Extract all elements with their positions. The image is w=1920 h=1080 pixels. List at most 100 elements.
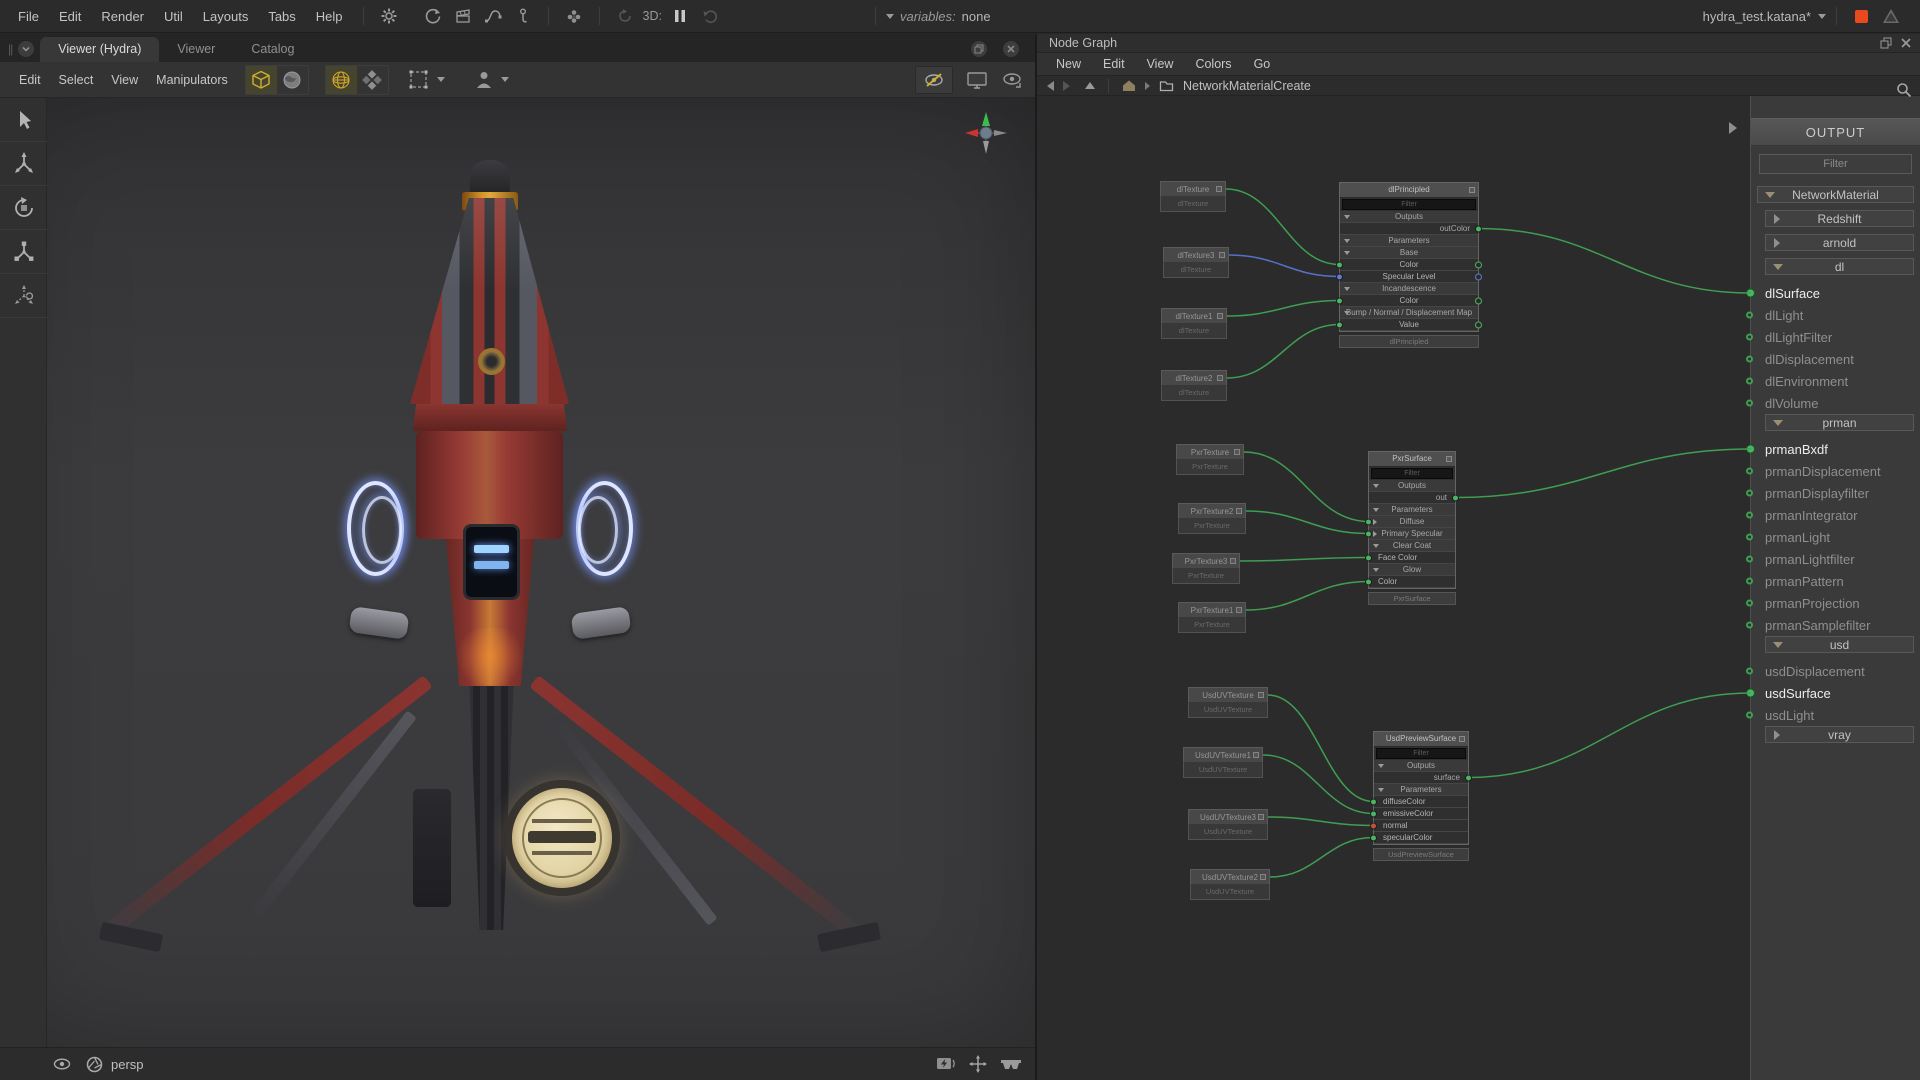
node-UsdUVTexture1[interactable]: UsdUVTexture1UsdUVTexture <box>1183 747 1263 778</box>
camera-label[interactable]: persp <box>111 1057 144 1072</box>
stereo-icon[interactable] <box>999 1056 1023 1072</box>
wireframe-globe-icon[interactable] <box>326 66 357 94</box>
input-port[interactable] <box>1370 810 1377 817</box>
menu-util[interactable]: Util <box>154 9 193 24</box>
terminal-port[interactable] <box>1746 534 1753 541</box>
menu-layouts[interactable]: Layouts <box>193 9 259 24</box>
output-port[interactable] <box>1475 273 1482 280</box>
node-UsdPreviewSurface[interactable]: UsdPreviewSurfaceFilterOutputssurfacePar… <box>1373 731 1469 861</box>
close-panel-icon[interactable] <box>1003 41 1019 57</box>
dropper-icon[interactable] <box>511 4 535 28</box>
expand-icon[interactable] <box>1774 238 1780 248</box>
select-arrow-icon[interactable] <box>0 98 47 142</box>
section-parameters[interactable]: Parameters <box>1340 235 1478 247</box>
float-panel-icon[interactable] <box>971 41 987 57</box>
node-badge-icon[interactable] <box>1446 456 1452 462</box>
tree-group-dl[interactable]: dl <box>1765 258 1914 275</box>
menu-edit[interactable]: Edit <box>49 9 91 24</box>
output-panel-collapse-icon[interactable] <box>1729 122 1737 134</box>
viewer-menu-manipulators[interactable]: Manipulators <box>147 73 237 87</box>
terminal-port[interactable] <box>1746 512 1753 519</box>
tree-item-prmanDisplayfilter[interactable]: prmanDisplayfilter <box>1751 482 1920 504</box>
terminal-port[interactable] <box>1746 356 1753 363</box>
section-clear-coat[interactable]: Clear Coat <box>1369 540 1455 552</box>
tree-item-prmanIntegrator[interactable]: prmanIntegrator <box>1751 504 1920 526</box>
tree-item-usdLight[interactable]: usdLight <box>1751 704 1920 726</box>
collapse-icon[interactable] <box>1373 508 1379 512</box>
output-port[interactable] <box>1267 816 1269 818</box>
marquee-select-icon[interactable] <box>407 68 445 92</box>
terminal-port[interactable] <box>1746 668 1753 675</box>
float-panel-icon[interactable] <box>1880 37 1892 49</box>
terminal-port[interactable] <box>1746 622 1753 629</box>
terminal-port[interactable] <box>1746 378 1753 385</box>
eye-hidden-icon[interactable] <box>915 66 953 94</box>
node-dlTexture1[interactable]: dlTexture1dlTexture <box>1161 308 1227 339</box>
expand-icon[interactable] <box>1774 214 1780 224</box>
flash-icon[interactable] <box>935 1055 957 1073</box>
nodegraph-menu-new[interactable]: New <box>1045 57 1092 71</box>
node-badge-icon[interactable] <box>1258 814 1264 820</box>
node-PxrTexture[interactable]: PxrTexturePxrTexture <box>1176 444 1244 475</box>
node-badge-icon[interactable] <box>1216 186 1222 192</box>
collapse-icon[interactable] <box>1344 215 1350 219</box>
viewport-3d[interactable] <box>0 98 1035 1047</box>
scale-icon[interactable] <box>0 230 47 274</box>
gear-icon[interactable] <box>377 4 401 28</box>
node-badge-icon[interactable] <box>1217 375 1223 381</box>
collapse-icon[interactable] <box>1373 568 1379 572</box>
terminal-port[interactable] <box>1746 445 1755 454</box>
input-port[interactable] <box>1336 273 1343 280</box>
tiles-icon[interactable] <box>357 66 388 94</box>
node-filter-input[interactable]: Filter <box>1371 468 1453 479</box>
tree-item-prmanPattern[interactable]: prmanPattern <box>1751 570 1920 592</box>
pan-icon[interactable] <box>968 1054 988 1074</box>
node-badge-icon[interactable] <box>1469 187 1475 193</box>
terminal-port[interactable] <box>1746 600 1753 607</box>
up-icon[interactable] <box>1085 82 1095 89</box>
project-name[interactable]: hydra_test.katana* <box>1703 9 1811 24</box>
monitor-icon[interactable] <box>965 68 989 92</box>
collapse-icon[interactable] <box>1378 788 1384 792</box>
tree-group-arnold[interactable]: arnold <box>1765 234 1914 251</box>
node-dlPrincipled[interactable]: dlPrincipledFilterOutputsoutColorParamet… <box>1339 182 1479 348</box>
output-port[interactable] <box>1245 609 1247 611</box>
back-icon[interactable] <box>1047 81 1054 91</box>
node-badge-icon[interactable] <box>1258 692 1264 698</box>
tree-group-Redshift[interactable]: Redshift <box>1765 210 1914 227</box>
tree-group-NetworkMaterial[interactable]: NetworkMaterial <box>1757 186 1914 203</box>
node-dlTexture3[interactable]: dlTexture3dlTexture <box>1163 247 1229 278</box>
tab-catalog[interactable]: Catalog <box>233 37 312 62</box>
tree-item-dlSurface[interactable]: dlSurface <box>1751 282 1920 304</box>
marquee-caret-icon[interactable] <box>437 77 445 82</box>
node-badge-icon[interactable] <box>1234 449 1240 455</box>
output-port[interactable] <box>1475 297 1482 304</box>
menu-tabs[interactable]: Tabs <box>258 9 305 24</box>
collapse-icon[interactable] <box>1765 192 1775 198</box>
menu-file[interactable]: File <box>8 9 49 24</box>
output-port[interactable] <box>1465 774 1472 781</box>
section-base[interactable]: Base <box>1340 247 1478 259</box>
output-port[interactable] <box>1225 188 1227 190</box>
node-dlTexture2[interactable]: dlTexture2dlTexture <box>1161 370 1227 401</box>
node-badge-icon[interactable] <box>1219 252 1225 258</box>
collapse-icon[interactable] <box>1344 287 1350 291</box>
nodegraph-menu-colors[interactable]: Colors <box>1184 57 1242 71</box>
transform-icon[interactable] <box>0 274 47 318</box>
tree-item-dlLight[interactable]: dlLight <box>1751 304 1920 326</box>
node-badge-icon[interactable] <box>1459 736 1465 742</box>
section-glow[interactable]: Glow <box>1369 564 1455 576</box>
output-port[interactable] <box>1475 321 1482 328</box>
input-port[interactable] <box>1336 321 1343 328</box>
home-icon[interactable] <box>1122 79 1136 92</box>
output-port[interactable] <box>1452 494 1459 501</box>
collapse-icon[interactable] <box>1773 264 1783 270</box>
section-incandescence[interactable]: Incandescence <box>1340 283 1478 295</box>
viewer-menu-view[interactable]: View <box>102 73 147 87</box>
menu-render[interactable]: Render <box>91 9 154 24</box>
node-badge-icon[interactable] <box>1236 607 1242 613</box>
tree-item-usdDisplacement[interactable]: usdDisplacement <box>1751 660 1920 682</box>
input-port[interactable] <box>1336 297 1343 304</box>
collapse-icon[interactable] <box>1344 311 1350 315</box>
collapse-icon[interactable] <box>1373 484 1379 488</box>
